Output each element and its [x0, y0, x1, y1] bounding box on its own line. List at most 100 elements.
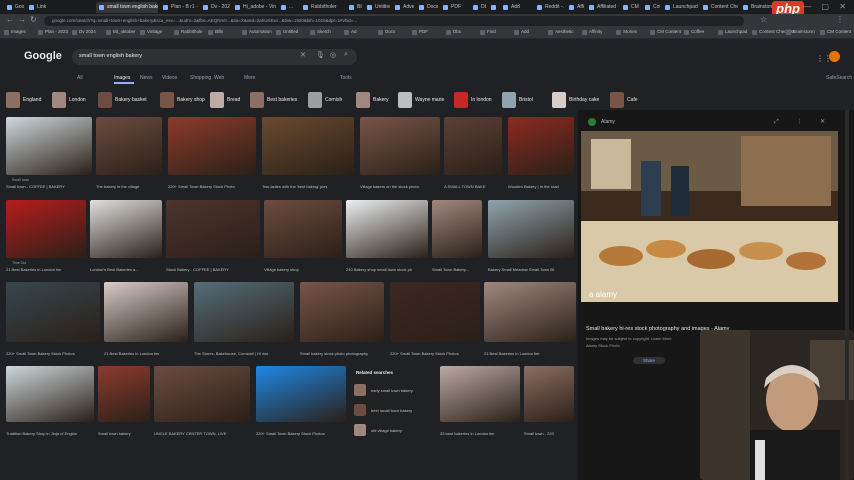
- result-caption[interactable]: London's Best Bakeries a...: [90, 267, 162, 272]
- result-caption[interactable]: 240 Bakery shop small town stock ph: [346, 267, 428, 272]
- result-image[interactable]: [104, 282, 188, 342]
- result-image[interactable]: [264, 200, 342, 258]
- browser-tab[interactable]: Link: [26, 2, 94, 13]
- browser-tab[interactable]: Coffee: [642, 2, 660, 13]
- result-image[interactable]: [98, 366, 150, 422]
- result-image[interactable]: [194, 282, 294, 342]
- result-image[interactable]: [154, 366, 250, 422]
- search-tab[interactable]: Web: [214, 75, 224, 81]
- result-caption[interactable]: Two ladies with the 'best baking' pies: [262, 184, 354, 189]
- result-image[interactable]: [360, 117, 440, 175]
- result-image[interactable]: [262, 117, 354, 175]
- result-caption[interactable]: Small town - COFFEE | BAKERY: [6, 184, 92, 189]
- result-image[interactable]: [6, 282, 100, 342]
- result-caption[interactable]: The bakery in the village: [96, 184, 162, 189]
- result-caption[interactable]: Bakery Small Meadow Small Town Bt: [488, 267, 574, 272]
- related-search-item[interactable]: beer small town bakery: [354, 404, 434, 416]
- browser-tab[interactable]: Docs: [416, 2, 438, 13]
- result-image[interactable]: [300, 282, 384, 342]
- bookmark-item[interactable]: Sketch: [310, 29, 331, 35]
- tools-button[interactable]: Tools: [340, 75, 352, 81]
- result-image[interactable]: [6, 366, 94, 422]
- related-search-item[interactable]: old village bakery: [354, 424, 434, 436]
- bookmark-item[interactable]: Docs: [378, 29, 395, 35]
- bookmark-item[interactable]: Bills: [208, 29, 223, 35]
- scrollbar[interactable]: [845, 110, 849, 480]
- clear-icon[interactable]: ✕: [300, 51, 306, 59]
- bookmark-item[interactable]: Dv 2024: [72, 29, 96, 35]
- address-bar[interactable]: google.com/search?q=small+town+english+b…: [44, 16, 744, 26]
- bookmark-item[interactable]: Dbx: [446, 29, 461, 35]
- bookmark-item[interactable]: PDF: [412, 29, 428, 35]
- result-image[interactable]: [390, 282, 480, 342]
- result-image[interactable]: [256, 366, 346, 422]
- search-tab[interactable]: Images: [114, 75, 130, 81]
- search-tab[interactable]: News: [140, 75, 153, 81]
- result-caption[interactable]: 220+ Small Town Bakery Stock Photo: [168, 184, 256, 189]
- result-caption[interactable]: Wooden Bakery | In the road: [508, 184, 574, 189]
- search-tab[interactable]: More: [244, 75, 255, 81]
- result-caption[interactable]: A SMALL TOWN BAKE: [444, 184, 502, 189]
- bookmark-item[interactable]: Images: [4, 29, 26, 35]
- result-image[interactable]: [166, 200, 260, 258]
- bookmark-item[interactable]: Launchpad: [718, 29, 747, 35]
- share-button[interactable]: Share: [633, 357, 666, 364]
- browser-tab[interactable]: Dbx - ArI: [470, 2, 486, 13]
- result-image[interactable]: [444, 117, 502, 175]
- lens-icon[interactable]: ◎: [330, 51, 336, 59]
- browser-tab[interactable]: Find: [488, 2, 499, 13]
- bookmark-item[interactable]: Find: [480, 29, 496, 35]
- result-caption[interactable]: Small Town Bakery...: [432, 267, 482, 272]
- browser-tab[interactable]: Add: [500, 2, 532, 13]
- browser-tab[interactable]: Dv - 2024 - 2024: [200, 2, 230, 13]
- browser-tab[interactable]: Rabbitholer: [300, 2, 344, 13]
- result-caption[interactable]: 33 best bakeries in London tier: [440, 431, 520, 436]
- window-controls[interactable]: — ▢ ✕: [803, 2, 850, 11]
- bookmark-item[interactable]: Mt_oktober: [106, 29, 136, 35]
- back-icon[interactable]: ←: [6, 15, 14, 24]
- result-caption[interactable]: 21 Best Bakeries in London tier: [6, 267, 86, 272]
- preview-controls[interactable]: ⤢ ⋮ ✕: [774, 118, 833, 126]
- bookmark-item[interactable]: Stories: [616, 29, 637, 35]
- browser-tab[interactable]: PDF: [440, 2, 468, 13]
- avatar[interactable]: [829, 51, 840, 62]
- bookmark-item[interactable]: CM Content: [820, 29, 851, 35]
- result-caption[interactable]: UNCLE BAKERY CENTER TOWN, LIVE: [154, 431, 250, 436]
- result-caption[interactable]: Tradition Bakery Shop in Jinja of Englan: [6, 431, 94, 436]
- safesearch-button[interactable]: SafeSearch: [826, 75, 852, 81]
- result-image[interactable]: [346, 200, 428, 258]
- result-caption[interactable]: 21 Best Bakeries in London tier: [104, 351, 188, 356]
- preview-site-name[interactable]: Alamy: [601, 119, 615, 125]
- search-tab[interactable]: Videos: [162, 75, 177, 81]
- result-caption[interactable]: 220+ Small Town Bakery Stock Photos: [390, 351, 480, 356]
- bookmark-item[interactable]: CM Content: [650, 29, 681, 35]
- star-icon[interactable]: ☆: [760, 15, 767, 24]
- forward-icon[interactable]: →: [18, 15, 26, 24]
- result-image[interactable]: [168, 117, 256, 175]
- preview-image[interactable]: a alamy: [581, 131, 838, 302]
- result-caption[interactable]: The Stores, Bakehouse, Cornwall | HI ris…: [194, 351, 294, 356]
- result-image[interactable]: [484, 282, 576, 342]
- result-image[interactable]: [432, 200, 482, 258]
- browser-tab[interactable]: Affinity: [566, 2, 584, 13]
- result-caption[interactable]: Small bakery stock photo photography: [300, 351, 384, 356]
- browser-tab[interactable]: Plan - B r1 - 2023: [160, 2, 198, 13]
- result-image[interactable]: [90, 200, 162, 258]
- bookmark-item[interactable]: Affinity: [582, 29, 602, 35]
- result-caption[interactable]: 220+ Small Town Bakery Stock Photos: [6, 351, 100, 356]
- browser-tab[interactable]: Bills - Automation: [346, 2, 362, 13]
- browser-tab[interactable]: Untitled - Sketch: [364, 2, 390, 13]
- result-caption[interactable]: 21 Best Bakeries in London tier: [484, 351, 576, 356]
- browser-tab[interactable]: Reddit - Aesthetic: [534, 2, 564, 13]
- browser-tab[interactable]: Launchpad: [662, 2, 698, 13]
- browser-tab[interactable]: Google: [4, 2, 24, 13]
- google-logo[interactable]: Google: [24, 50, 62, 62]
- bookmark-item[interactable]: Untitled: [276, 29, 298, 35]
- bookmark-item[interactable]: Coffee: [684, 29, 704, 35]
- mic-icon[interactable]: 🎙: [316, 51, 325, 59]
- related-search-item[interactable]: early small town bakery: [354, 384, 434, 396]
- bookmark-item[interactable]: Add: [514, 29, 529, 35]
- result-source[interactable]: Small town: [12, 178, 92, 182]
- browser-tab[interactable]: ...: [278, 2, 298, 13]
- browser-tab[interactable]: Affiliated - Stories: [586, 2, 618, 13]
